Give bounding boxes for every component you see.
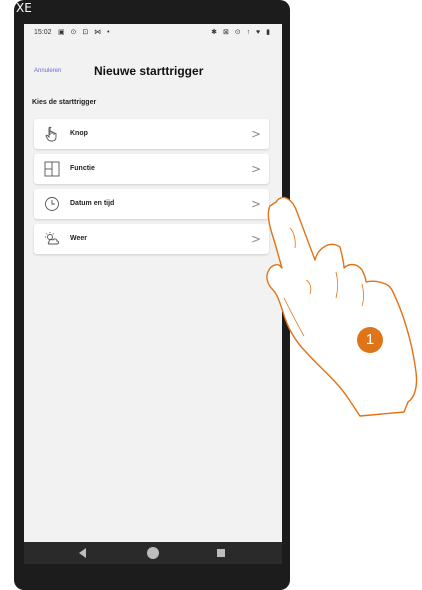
corner-logo: ХЕ bbox=[16, 1, 32, 15]
trigger-list: Knop > Functie > Datum en tijd > Weer > bbox=[34, 119, 269, 259]
trigger-item-label: Knop bbox=[70, 130, 88, 137]
back-icon[interactable] bbox=[79, 548, 86, 558]
clock-icon bbox=[45, 197, 59, 211]
chevron-right-icon: > bbox=[250, 162, 261, 176]
trigger-item-datum-en-tijd[interactable]: Datum en tijd > bbox=[34, 189, 269, 219]
android-nav-bar bbox=[24, 542, 282, 564]
chevron-right-icon: > bbox=[250, 197, 261, 211]
page-title: Nieuwe starttrigger bbox=[94, 64, 204, 78]
status-left-icons: ▣ ⊙ ⊡ ⋈ • bbox=[58, 29, 112, 36]
trigger-item-label: Weer bbox=[70, 235, 87, 242]
status-right-icons: ✱ ⊠ ⊙ ↑ ♥ ▮ bbox=[211, 29, 272, 36]
hand-pointer-icon bbox=[45, 126, 57, 142]
status-bar: 15:02 ▣ ⊙ ⊡ ⋈ • ✱ ⊠ ⊙ ↑ ♥ ▮ bbox=[24, 24, 282, 42]
function-grid-icon bbox=[44, 161, 60, 177]
chevron-right-icon: > bbox=[250, 127, 261, 141]
status-time: 15:02 bbox=[34, 29, 52, 36]
weather-icon bbox=[45, 232, 59, 245]
chevron-right-icon: > bbox=[250, 232, 261, 246]
section-label: Kies de starttrigger bbox=[32, 99, 97, 106]
home-icon[interactable] bbox=[147, 547, 159, 559]
step-number-badge: 1 bbox=[357, 327, 383, 353]
trigger-item-label: Functie bbox=[70, 165, 95, 172]
trigger-item-knop[interactable]: Knop > bbox=[34, 119, 269, 149]
trigger-item-functie[interactable]: Functie > bbox=[34, 154, 269, 184]
cancel-button[interactable]: Annuleren bbox=[34, 68, 61, 74]
trigger-item-weer[interactable]: Weer > bbox=[34, 224, 269, 254]
screen-header: Annuleren Nieuwe starttrigger bbox=[24, 62, 282, 82]
trigger-item-label: Datum en tijd bbox=[70, 200, 115, 207]
phone-screen: 15:02 ▣ ⊙ ⊡ ⋈ • ✱ ⊠ ⊙ ↑ ♥ ▮ Annuleren Ni… bbox=[24, 24, 282, 564]
recent-apps-icon[interactable] bbox=[217, 549, 225, 557]
